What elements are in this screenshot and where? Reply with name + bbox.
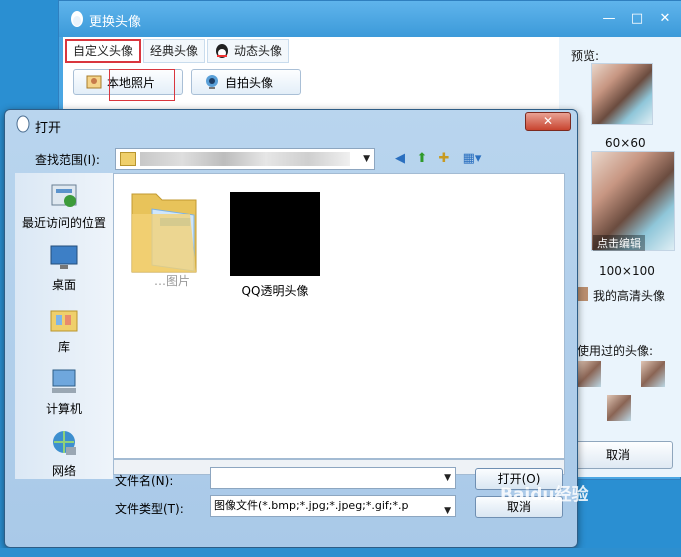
tab-bar: 自定义头像 经典头像 动态头像	[65, 39, 290, 63]
place-recent[interactable]: 最近访问的位置	[15, 181, 113, 231]
source-button-row: 本地照片 自拍头像	[73, 69, 301, 95]
used-avatar-1[interactable]	[577, 361, 601, 387]
filename-input[interactable]: ▼	[210, 467, 456, 489]
up-folder-icon[interactable]: ⬆	[413, 151, 431, 167]
look-in-label: 查找范围(I):	[35, 153, 100, 167]
tab-custom-avatar[interactable]: 自定义头像	[65, 39, 142, 63]
folder-icon	[131, 193, 197, 273]
maximize-button[interactable]: □	[627, 11, 647, 27]
used-avatar-2[interactable]	[641, 361, 665, 387]
filetype-value: 图像文件(*.bmp;*.jpg;*.jpeg;*.gif;*.p	[214, 499, 409, 512]
used-avatar-3[interactable]	[607, 395, 631, 421]
chevron-down-icon: ▼	[363, 154, 370, 164]
title-bar: 更换头像 — □ ✕	[59, 1, 681, 37]
preview-label: 预览:	[571, 49, 600, 63]
look-in-dropdown[interactable]: ▼	[115, 148, 375, 170]
filetype-label: 文件类型(T):	[115, 502, 184, 516]
folder-icon	[120, 152, 136, 166]
image-thumbnail	[230, 192, 320, 276]
size-60-label: 60×60	[605, 136, 646, 150]
webcam-icon	[206, 75, 218, 89]
qq-penguin-icon	[71, 11, 83, 27]
open-file-dialog: 打开 ✕ 查找范围(I): ▼ ◀ ⬆ ✚ ▦▾ 最近访问的位置 桌面 库 计算…	[4, 109, 578, 548]
place-computer[interactable]: 计算机	[15, 367, 113, 417]
preview-60-avatar	[591, 63, 653, 125]
network-icon	[53, 431, 76, 455]
place-label: 库	[57, 340, 70, 354]
path-text-blurred	[140, 152, 350, 166]
dialog-title: 打开	[35, 121, 62, 136]
file-item-image[interactable]: QQ透明头像	[228, 192, 322, 299]
highlight-box	[109, 69, 175, 101]
place-label: 桌面	[51, 278, 76, 292]
size-100-label: 100×100	[599, 264, 655, 278]
minimize-button[interactable]: —	[599, 11, 619, 27]
view-menu-icon[interactable]: ▦▾	[459, 151, 485, 167]
watermark: Baidu经验	[500, 485, 589, 505]
close-button[interactable]: ✕	[655, 11, 675, 27]
file-name: QQ透明头像	[241, 284, 309, 298]
place-libraries[interactable]: 库	[15, 305, 113, 355]
places-bar: 最近访问的位置 桌面 库 计算机 网络	[15, 173, 113, 479]
file-item-folder[interactable]: …图片	[124, 184, 220, 289]
place-desktop[interactable]: 桌面	[15, 243, 113, 293]
button-label: 自拍头像	[225, 75, 274, 90]
place-label: 最近访问的位置	[21, 216, 106, 230]
used-avatars-label: 我使用过的头像:	[565, 344, 654, 358]
file-list: …图片 QQ透明头像	[113, 173, 565, 459]
tab-label: 自定义头像	[73, 44, 134, 58]
dialog-close-button[interactable]: ✕	[525, 112, 571, 131]
back-icon[interactable]: ◀	[391, 151, 409, 167]
place-label: 网络	[51, 464, 76, 478]
chevron-down-icon: ▼	[444, 506, 451, 516]
qq-penguin-icon	[16, 115, 30, 133]
filename-label: 文件名(N):	[115, 474, 174, 488]
filetype-dropdown[interactable]: 图像文件(*.bmp;*.jpg;*.jpeg;*.gif;*.p ▼	[210, 495, 456, 517]
place-network[interactable]: 网络	[15, 429, 113, 479]
window-title: 更换头像	[89, 15, 142, 30]
libraries-icon	[50, 310, 78, 332]
hd-avatar-link[interactable]: 我的高清头像	[593, 287, 665, 304]
recent-places-icon	[51, 184, 77, 207]
edit-hint[interactable]: 点击编辑	[593, 235, 645, 251]
desktop-icon	[50, 245, 78, 269]
tab-animated-avatar[interactable]: 动态头像	[207, 39, 290, 63]
penguin-avatar-icon	[216, 44, 229, 58]
tab-classic-avatar[interactable]: 经典头像	[143, 39, 206, 63]
chevron-down-icon[interactable]: ▼	[444, 473, 451, 483]
file-name: …图片	[153, 274, 190, 288]
new-folder-icon[interactable]: ✚	[435, 151, 453, 167]
tab-label: 动态头像	[234, 44, 283, 58]
selfie-button[interactable]: 自拍头像	[191, 69, 301, 95]
window-cancel-button[interactable]: 取消	[563, 441, 673, 469]
tab-label: 经典头像	[150, 44, 199, 58]
photo-icon	[86, 75, 102, 89]
place-label: 计算机	[45, 402, 82, 416]
taskbar-edge	[0, 548, 681, 557]
computer-icon	[52, 369, 76, 393]
